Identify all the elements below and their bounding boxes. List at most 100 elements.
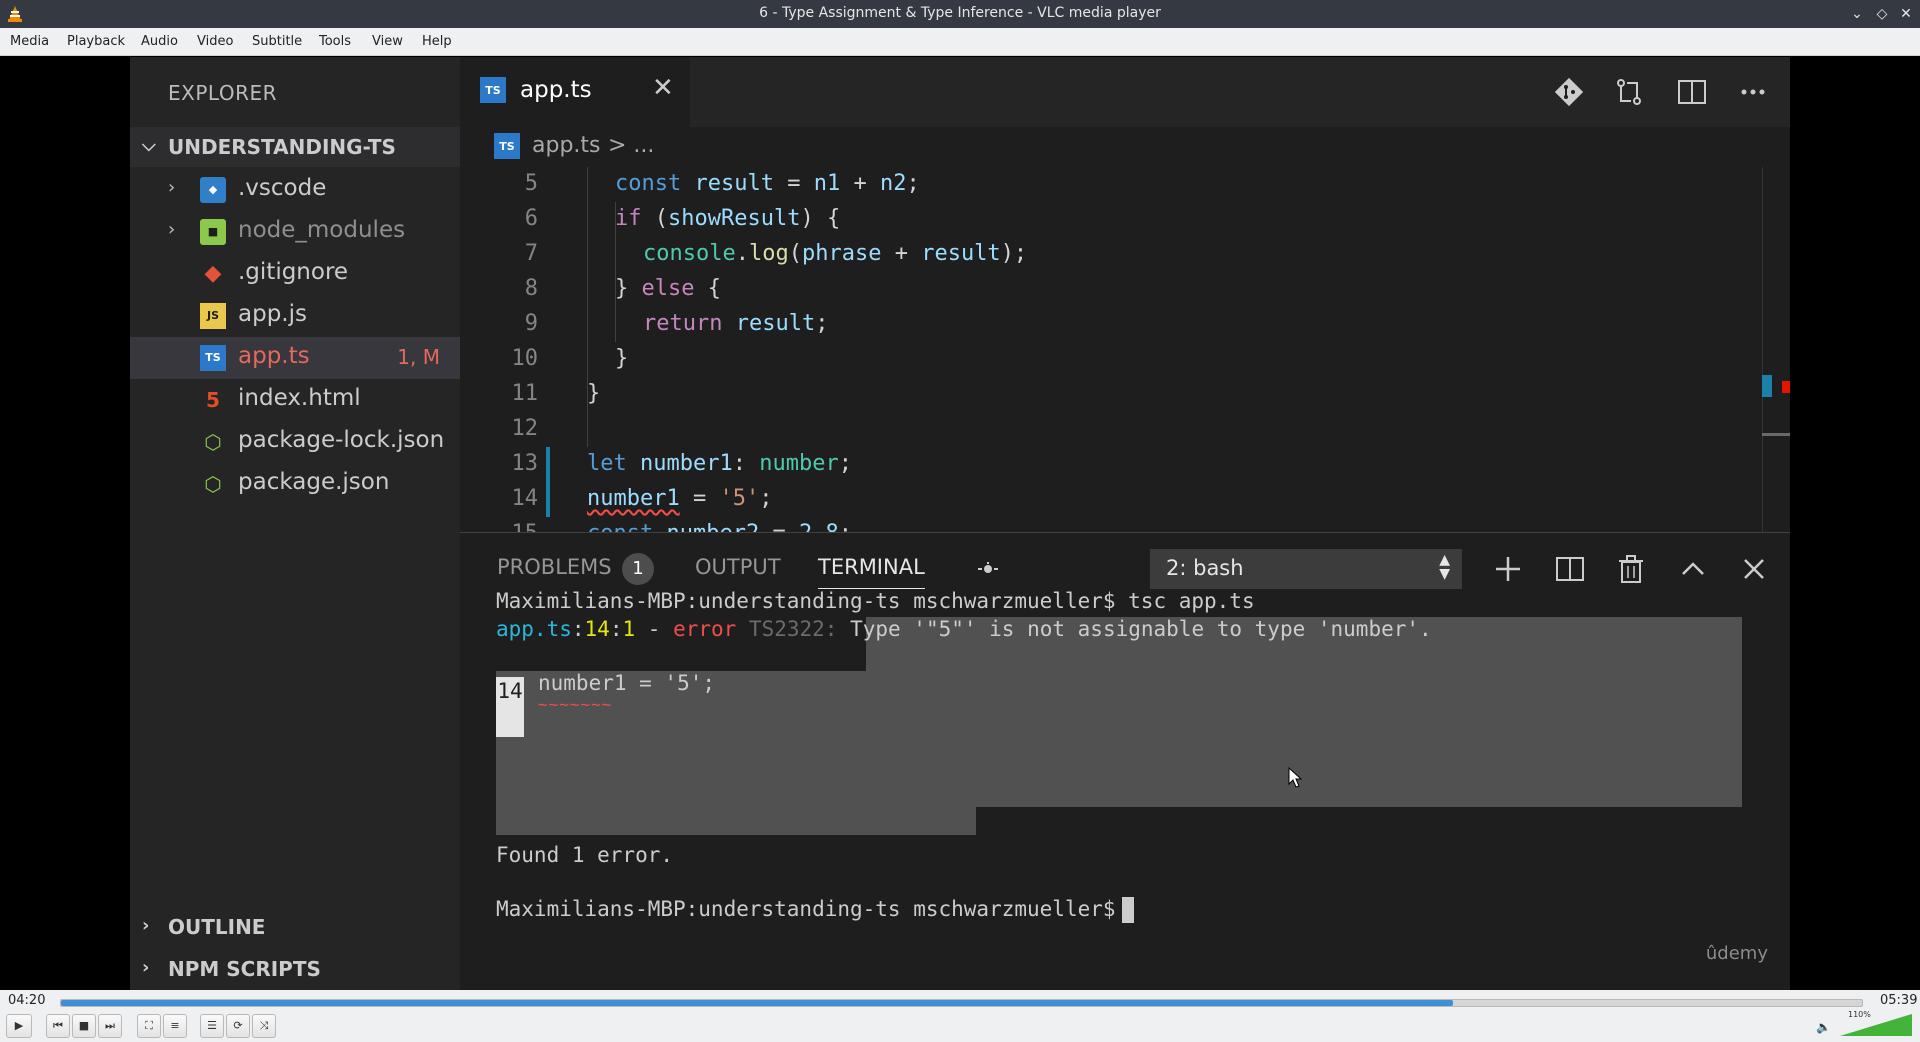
maximize-button[interactable]: ◇ [1871, 3, 1893, 25]
speaker-icon[interactable]: 🔈 [1816, 1020, 1831, 1034]
problem-badge: 1, M [397, 345, 440, 369]
html-icon: 5 [206, 388, 220, 412]
title-bar: 6 - Type Assignment & Type Inference - V… [0, 0, 1920, 28]
editor-tab-bar: TS app.ts ✕ [460, 57, 1790, 127]
fullscreen-button[interactable]: ⛶ [137, 1014, 161, 1038]
chevron-right-icon: › [142, 915, 150, 936]
line-number: 5 [524, 171, 538, 196]
text-selection [496, 807, 976, 835]
tree-item-label: node_modules [238, 217, 406, 243]
tab-problems[interactable]: PROBLEMS [497, 555, 612, 579]
node-icon: ⬡ [204, 430, 222, 454]
line-number: 11 [511, 381, 539, 406]
menu-view[interactable]: View [372, 34, 403, 49]
code-line: 12 [460, 412, 1760, 447]
node-icon: ⬡ [204, 472, 222, 496]
explorer-sidebar: EXPLORER ⌵ UNDERSTANDING-TS › ◆ .vscode … [130, 57, 460, 990]
tab-output[interactable]: OUTPUT [695, 555, 781, 579]
line-number: 13 [511, 451, 539, 476]
breadcrumb: TS app.ts > ... [460, 127, 1790, 167]
code-text: console.log(phrase + result); [643, 241, 1028, 266]
terminal-found-line: Found 1 error. [496, 843, 674, 867]
ts-icon: TS [480, 77, 506, 103]
minimap-slider[interactable] [1762, 433, 1790, 436]
breadcrumb-file: app.ts [532, 133, 601, 158]
code-text: const number2 = 2.8; [587, 521, 852, 532]
tree-item-label: package.json [238, 469, 390, 495]
code-line: 13 let number1: number; [460, 447, 1760, 482]
window-title: 6 - Type Assignment & Type Inference - V… [759, 5, 1161, 21]
stop-button[interactable]: ■ [72, 1014, 96, 1038]
extended-settings-button[interactable]: ≡ [163, 1014, 187, 1038]
mouse-pointer-icon [1288, 767, 1302, 788]
code-text: return result; [643, 311, 829, 336]
close-button[interactable]: ✕ [1895, 3, 1917, 25]
split-editor-icon [1678, 80, 1706, 104]
tab-terminal[interactable]: TERMINAL [818, 555, 925, 589]
minimap-marker [1762, 375, 1772, 397]
menu-playback[interactable]: Playback [67, 34, 125, 49]
menu-media[interactable]: Media [10, 34, 49, 49]
tab-label: app.ts [520, 77, 592, 103]
line-number: 6 [524, 206, 538, 231]
more-actions-icon [1741, 89, 1765, 95]
seek-bar[interactable] [60, 999, 1863, 1007]
minimap-error-marker [1782, 381, 1790, 393]
udemy-watermark: ûdemy [1705, 943, 1768, 964]
next-button[interactable]: ⏭ [98, 1014, 122, 1038]
explorer-title: EXPLORER [168, 81, 277, 105]
menu-tools[interactable]: Tools [319, 34, 351, 49]
npm-scripts-label: NPM SCRIPTS [168, 957, 321, 981]
menu-video[interactable]: Video [197, 34, 233, 49]
loop-button[interactable]: ⟳ [226, 1014, 250, 1038]
tree-item-label: index.html [238, 385, 361, 411]
git-icon: ◆ [204, 261, 222, 286]
code-line: 14 number1 = '5'; [460, 482, 1760, 517]
code-line: 9 return result; [460, 307, 1760, 342]
video-area[interactable]: EXPLORER ⌵ UNDERSTANDING-TS › ◆ .vscode … [0, 57, 1920, 990]
seek-progress [61, 1000, 1453, 1006]
minimize-button[interactable]: ⌄ [1846, 3, 1868, 25]
menu-help[interactable]: Help [422, 34, 452, 49]
workspace-name: UNDERSTANDING-TS [168, 135, 396, 159]
menu-audio[interactable]: Audio [141, 34, 178, 49]
playlist-button[interactable]: ☰ [200, 1014, 224, 1038]
tree-item-label: app.js [238, 301, 307, 327]
git-compare-icon [1554, 77, 1584, 107]
terminal-select[interactable]: 2: bash ▲ ▼ [1150, 549, 1462, 589]
tree-item-package-json: ⬡ package.json [130, 463, 460, 505]
scrollbar-track[interactable] [1762, 167, 1763, 532]
vscode-folder-icon: ◆ [200, 177, 226, 203]
play-button[interactable]: ▶ [6, 1014, 32, 1038]
outline-section: › OUTLINE [130, 907, 460, 947]
js-icon: JS [200, 303, 226, 329]
trash-icon [1619, 555, 1643, 583]
open-changes-icon [1617, 79, 1641, 105]
code-line: 6 if (showResult) { [460, 202, 1760, 237]
code-line: 15 const number2 = 2.8; [460, 517, 1760, 532]
shuffle-button[interactable]: ⤨ [252, 1014, 276, 1038]
ts-icon: TS [494, 133, 520, 159]
line-number: 7 [524, 241, 538, 266]
line-number: 10 [511, 346, 539, 371]
chevron-right-icon: › [142, 957, 150, 978]
tree-item-label: package-lock.json [238, 427, 445, 453]
tree-item-node-modules: › ■ node_modules [130, 211, 460, 253]
debug-console-icon [978, 562, 998, 573]
code-line: 10 } [460, 342, 1760, 377]
total-time: 05:39 [1880, 993, 1918, 1008]
volume-slider[interactable] [1840, 1014, 1912, 1036]
tree-item-vscode: › ◆ .vscode [130, 169, 460, 211]
bottom-panel: PROBLEMS 1 OUTPUT TERMINAL 2: bash ▲ ▼ M… [460, 532, 1790, 990]
new-terminal-icon [1496, 557, 1520, 581]
code-text: if (showResult) { [615, 206, 841, 231]
tree-item-label: .vscode [238, 175, 327, 201]
code-text: } [615, 346, 629, 371]
terminal-line: Maximilians-MBP:understanding-ts mschwar… [496, 589, 1255, 613]
previous-button[interactable]: ⏮ [46, 1014, 70, 1038]
code-line: 11 } [460, 377, 1760, 412]
menu-subtitle[interactable]: Subtitle [252, 34, 302, 49]
terminal-prompt-line: Maximilians-MBP:understanding-ts mschwar… [496, 897, 1134, 925]
terminal-snippet-squiggle: ~~~~~~~ [538, 695, 613, 714]
chevron-right-icon: › [168, 219, 176, 240]
